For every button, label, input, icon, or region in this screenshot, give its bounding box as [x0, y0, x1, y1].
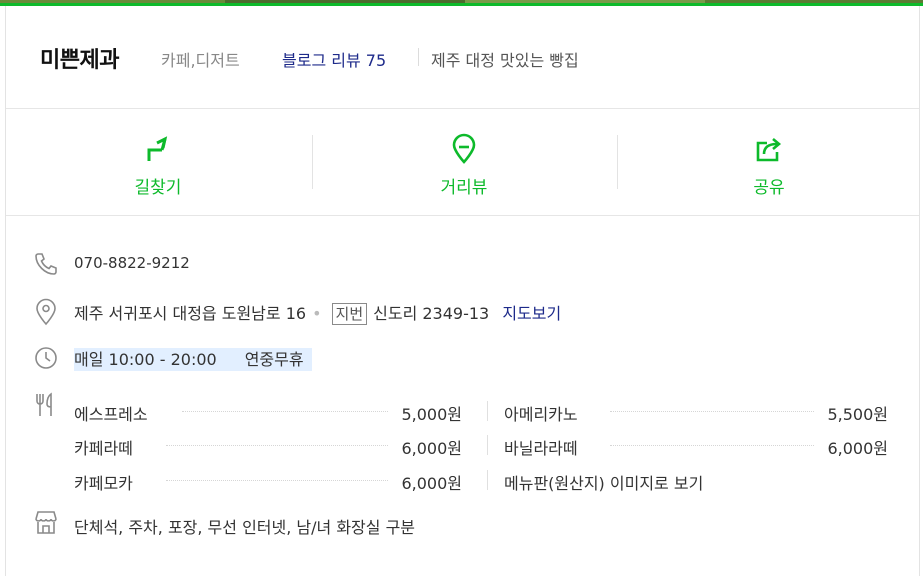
hours-highlight: 매일 10:00 - 20:00 연중무휴 — [74, 348, 312, 371]
jibun-tag: 지번 — [331, 303, 368, 325]
menu-column-divider — [487, 401, 488, 421]
menu-item-name: 카페라떼 — [74, 439, 133, 458]
streetview-button[interactable]: 거리뷰 — [312, 109, 616, 215]
menu-item-name: 에스프레소 — [74, 405, 148, 424]
directions-icon — [147, 136, 168, 161]
menu-item-price: 6,000원 — [827, 439, 888, 458]
menu-item-name: 바닐라라떼 — [504, 439, 578, 458]
menu-dots — [182, 411, 388, 412]
directions-label: 길찾기 — [134, 178, 182, 198]
address-line: 제주 서귀포시 대정읍 도원남로 16 • 지번 신도리 2349-13 지도보기 — [74, 300, 561, 325]
holiday-text: 연중무휴 — [244, 350, 304, 369]
menu-column-divider — [487, 470, 488, 490]
road-address: 제주 서귀포시 대정읍 도원남로 16 — [74, 304, 307, 323]
place-header: 미쁜제과 카페,디저트 블로그 리뷰 75 제주 대정 맛있는 빵집 — [6, 6, 919, 109]
separator-dot: • — [312, 304, 322, 323]
share-label: 공유 — [753, 178, 785, 198]
business-hours[interactable]: 매일 10:00 - 20:00 연중무휴 — [74, 346, 312, 371]
fork-knife-icon — [36, 392, 52, 416]
jibun-address: 신도리 2349-13 — [373, 304, 490, 323]
place-category: 카페,디저트 — [161, 51, 240, 70]
share-icon — [756, 138, 782, 162]
place-slogan: 제주 대정 맛있는 빵집 — [431, 51, 579, 70]
place-name: 미쁜제과 — [40, 48, 119, 73]
store-icon — [35, 511, 57, 534]
action-bar: 길찾기 거리뷰 공유 — [6, 109, 919, 216]
menu-item-price: 5,500원 — [827, 405, 888, 424]
share-button[interactable]: 공유 — [617, 109, 921, 215]
location-pin-icon — [36, 298, 56, 326]
menu-dots — [166, 480, 388, 481]
menu-item-price: 6,000원 — [401, 439, 462, 458]
blog-review-link[interactable]: 블로그 리뷰 75 — [282, 47, 386, 71]
header-divider — [418, 48, 419, 66]
menu-dots — [610, 445, 814, 446]
hours-text: 매일 10:00 - 20:00 — [74, 350, 217, 369]
menu-dots — [610, 411, 814, 412]
menu-item-price: 6,000원 — [401, 474, 462, 493]
directions-button[interactable]: 길찾기 — [6, 109, 310, 215]
menu-board-link[interactable]: 메뉴판(원산지) 이미지로 보기 — [504, 470, 703, 494]
location-pin-icon — [452, 133, 476, 164]
menu-item-name: 아메리카노 — [504, 405, 578, 424]
phone-number[interactable]: 070-8822-9212 — [74, 254, 190, 272]
amenities-text: 단체석, 주차, 포장, 무선 인터넷, 남/녀 화장실 구분 — [74, 518, 416, 537]
menu-item-price: 5,000원 — [401, 405, 462, 424]
phone-icon — [35, 253, 57, 275]
menu-column-divider — [487, 435, 488, 455]
streetview-label: 거리뷰 — [440, 178, 488, 198]
map-view-link[interactable]: 지도보기 — [502, 304, 561, 323]
clock-icon — [35, 347, 57, 369]
menu-item-name: 카페모카 — [74, 474, 133, 493]
place-card: 미쁜제과 카페,디저트 블로그 리뷰 75 제주 대정 맛있는 빵집 길찾기 거… — [5, 6, 920, 576]
menu-dots — [166, 445, 388, 446]
